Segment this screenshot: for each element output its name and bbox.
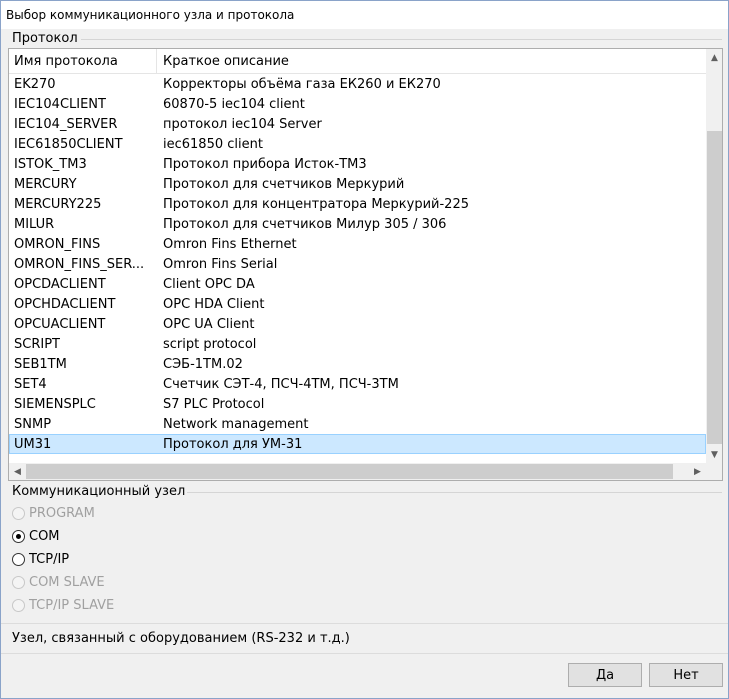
table-row[interactable]: SET4 Счетчик СЭТ-4, ПСЧ-4ТМ, ПСЧ-3ТМ [9, 374, 706, 394]
table-row[interactable]: OPCUACLIENT OPC UA Client [9, 314, 706, 334]
protocol-name-cell: SET4 [14, 376, 47, 392]
radio-tcpip-slave[interactable]: TCP/IP SLAVE [12, 595, 114, 615]
radio-program-label: PROGRAM [29, 505, 95, 521]
protocol-list[interactable]: Имя протокола Краткое описание EK270 Корр… [8, 48, 723, 481]
protocol-description-cell: Протокол прибора Исток-ТМ3 [163, 156, 367, 172]
horizontal-scrollbar[interactable]: ◀ ▶ [9, 463, 706, 480]
protocol-rows: EK270 Корректоры объёма газа ЕК260 и ЕК27… [9, 74, 706, 454]
protocol-name-cell: MERCURY225 [14, 196, 102, 212]
protocol-name-cell: SEB1TM [14, 356, 67, 372]
scroll-up-icon[interactable]: ▲ [706, 49, 722, 66]
ok-button[interactable]: Да [568, 663, 642, 687]
protocol-name-cell: OPCUACLIENT [14, 316, 106, 332]
radio-tcpip-slave-circle[interactable] [12, 598, 25, 612]
vertical-scrollbar[interactable]: ▲ ▼ [706, 49, 722, 463]
table-row[interactable]: OPCDACLIENT Client OPC DA [9, 274, 706, 294]
table-row[interactable]: MERCURY Протокол для счетчиков Меркурий [9, 174, 706, 194]
protocol-name-cell: IEC61850CLIENT [14, 136, 123, 152]
protocol-description-cell: S7 PLC Protocol [163, 396, 265, 412]
table-row[interactable]: UM31 Протокол для УМ-31 [9, 434, 706, 454]
node-description: Узел, связанный с оборудованием (RS-232 … [1, 623, 728, 653]
protocol-description-cell: OPC HDA Client [163, 296, 265, 312]
table-row[interactable]: OPCHDACLIENT OPC HDA Client [9, 294, 706, 314]
table-row[interactable]: SIEMENSPLC S7 PLC Protocol [9, 394, 706, 414]
protocol-description-cell: iec61850 client [163, 136, 263, 152]
protocol-description-cell: протокол iec104 Server [163, 116, 322, 132]
table-row[interactable]: MILUR Протокол для счетчиков Милур 305 / … [9, 214, 706, 234]
table-row[interactable]: OMRON_FINS_SER... Omron Fins Serial [9, 254, 706, 274]
radio-com-circle[interactable] [12, 529, 25, 543]
protocol-name-cell: MERCURY [14, 176, 77, 192]
horizontal-scroll-thumb[interactable] [26, 464, 673, 479]
protocol-name-cell: OPCHDACLIENT [14, 296, 116, 312]
protocol-description-cell: Client OPC DA [163, 276, 255, 292]
protocol-description-cell: СЭБ-1ТМ.02 [163, 356, 243, 372]
protocol-name-cell: OPCDACLIENT [14, 276, 106, 292]
protocol-name-cell: SNMP [14, 416, 52, 432]
protocol-name-cell: UM31 [14, 436, 52, 452]
protocol-description-cell: Счетчик СЭТ-4, ПСЧ-4ТМ, ПСЧ-3ТМ [163, 376, 399, 392]
table-row[interactable]: SCRIPT script protocol [9, 334, 706, 354]
radio-com[interactable]: COM [12, 526, 60, 546]
node-group-label: Коммуникационный узел [12, 484, 186, 499]
table-row[interactable]: EK270 Корректоры объёма газа ЕК260 и ЕК27… [9, 74, 706, 94]
scroll-down-icon[interactable]: ▼ [706, 446, 722, 463]
protocol-description-cell: OPC UA Client [163, 316, 255, 332]
column-header-name[interactable]: Имя протокола [9, 49, 157, 74]
protocol-group-label: Протокол [12, 31, 78, 46]
protocol-name-cell: ISTOK_TM3 [14, 156, 87, 172]
footer-divider [1, 653, 728, 654]
column-header-description[interactable]: Краткое описание [157, 49, 706, 74]
cancel-button[interactable]: Нет [649, 663, 723, 687]
window-title: Выбор коммуникационного узла и протокола [6, 8, 295, 22]
protocol-description-cell: Корректоры объёма газа ЕК260 и ЕК270 [163, 76, 441, 92]
protocol-description-cell: Omron Fins Serial [163, 256, 278, 272]
table-row[interactable]: ISTOK_TM3 Протокол прибора Исток-ТМ3 [9, 154, 706, 174]
protocol-description-cell: Протокол для счетчиков Меркурий [163, 176, 405, 192]
vertical-scroll-thumb[interactable] [707, 131, 722, 444]
table-row[interactable]: SEB1TM СЭБ-1ТМ.02 [9, 354, 706, 374]
scroll-right-icon[interactable]: ▶ [689, 463, 706, 480]
radio-com-label: COM [29, 528, 60, 544]
protocol-description-cell: Протокол для концентратора Меркурий-225 [163, 196, 469, 212]
node-group-divider [187, 492, 722, 493]
list-header: Имя протокола Краткое описание [9, 49, 706, 74]
table-row[interactable]: SNMP Network management [9, 414, 706, 434]
radio-program-circle[interactable] [12, 506, 25, 520]
scroll-left-icon[interactable]: ◀ [9, 463, 26, 480]
protocol-description-cell: script protocol [163, 336, 257, 352]
protocol-description-cell: 60870-5 iec104 client [163, 96, 305, 112]
table-row[interactable]: IEC61850CLIENT iec61850 client [9, 134, 706, 154]
protocol-group-divider [81, 39, 722, 40]
protocol-name-cell: SIEMENSPLC [14, 396, 96, 412]
protocol-name-cell: MILUR [14, 216, 55, 232]
protocol-description-cell: Omron Fins Ethernet [163, 236, 297, 252]
protocol-name-cell: OMRON_FINS [14, 236, 101, 252]
radio-program[interactable]: PROGRAM [12, 503, 95, 523]
protocol-name-cell: IEC104CLIENT [14, 96, 106, 112]
protocol-name-cell: OMRON_FINS_SER... [14, 256, 145, 272]
table-row[interactable]: MERCURY225 Протокол для концентратора Мер… [9, 194, 706, 214]
protocol-description-cell: Network management [163, 416, 309, 432]
radio-com-slave[interactable]: COM SLAVE [12, 572, 105, 592]
radio-com-slave-circle[interactable] [12, 575, 25, 589]
protocol-name-cell: EK270 [14, 76, 56, 92]
title-bar: Выбор коммуникационного узла и протокола [1, 1, 728, 29]
radio-tcpip-circle[interactable] [12, 552, 25, 566]
radio-tcpip-label: TCP/IP [29, 551, 70, 567]
protocol-description-cell: Протокол для счетчиков Милур 305 / 306 [163, 216, 447, 232]
radio-tcpip-slave-label: TCP/IP SLAVE [29, 597, 115, 613]
node-description-text: Узел, связанный с оборудованием (RS-232 … [12, 631, 350, 646]
table-row[interactable]: IEC104CLIENT 60870-5 iec104 client [9, 94, 706, 114]
table-row[interactable]: OMRON_FINS Omron Fins Ethernet [9, 234, 706, 254]
protocol-name-cell: SCRIPT [14, 336, 60, 352]
dialog-window: Выбор коммуникационного узла и протокола… [0, 0, 729, 699]
radio-tcpip[interactable]: TCP/IP [12, 549, 69, 569]
radio-com-slave-label: COM SLAVE [29, 574, 105, 590]
table-row[interactable]: IEC104_SERVER протокол iec104 Server [9, 114, 706, 134]
protocol-name-cell: IEC104_SERVER [14, 116, 118, 132]
protocol-description-cell: Протокол для УМ-31 [163, 436, 303, 452]
scroll-corner [706, 463, 722, 480]
